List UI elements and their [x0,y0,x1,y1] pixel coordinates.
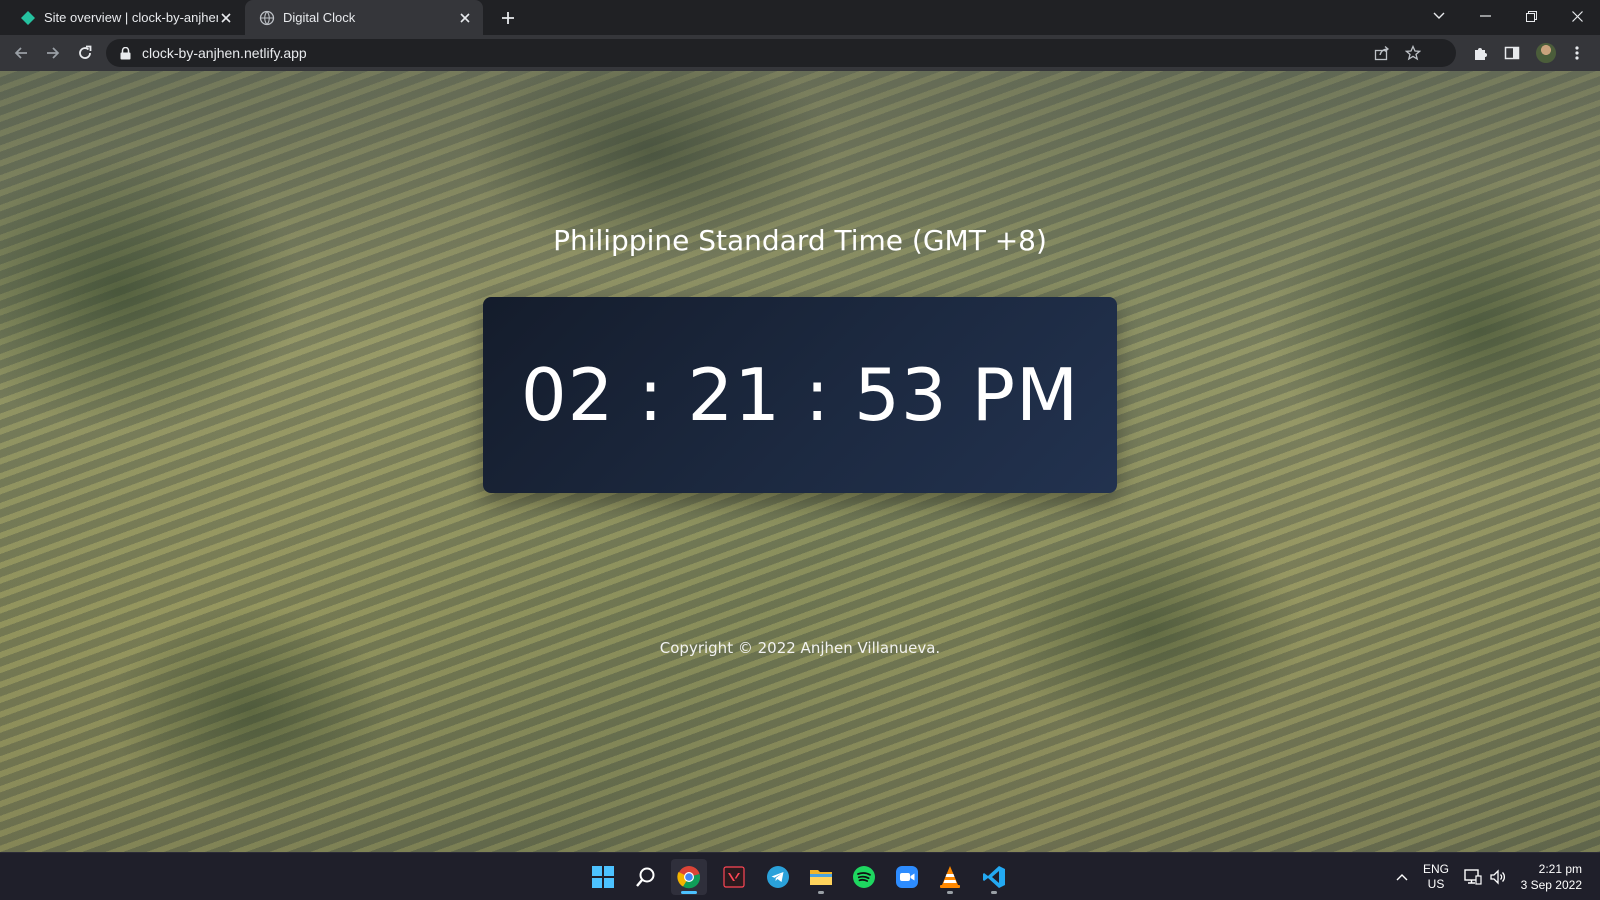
close-tab-icon[interactable] [218,10,234,26]
show-hidden-icons-button[interactable] [1392,853,1412,900]
tab-strip: Site overview | clock-by-anjhen Digital … [0,0,1600,35]
close-window-button[interactable] [1554,0,1600,32]
language-code: ENG [1422,862,1449,876]
share-icon[interactable] [1372,43,1392,63]
new-tab-button[interactable] [498,8,518,28]
tab-digital-clock[interactable]: Digital Clock [245,0,483,35]
puzzle-icon [1475,48,1487,60]
address-bar[interactable]: clock-by-anjhen.netlify.app [106,39,1456,67]
chevron-down-icon [1433,12,1445,19]
close-tab-icon[interactable] [457,10,473,26]
minimize-button[interactable] [1462,0,1508,32]
side-panel-icon [1504,46,1520,60]
volume-icon[interactable] [1486,853,1510,900]
menu-button[interactable] [1566,42,1588,64]
restore-button[interactable] [1508,0,1554,32]
network-icon[interactable] [1462,853,1484,900]
plus-icon [502,12,514,24]
extensions-button[interactable] [1470,42,1492,64]
copyright-text: Copyright © 2022 Anjhen Villanueva. [659,639,941,657]
clock-time-text: 2:21 pm [1538,862,1582,876]
close-icon [1571,10,1583,22]
search-icon[interactable] [628,859,664,895]
language-indicator[interactable]: ENG US [1420,853,1452,900]
reload-button[interactable] [74,42,96,64]
taskbar: ENG US 2:21 pm 3 Sep 2022 [0,852,1600,900]
chrome-icon[interactable] [671,859,707,895]
bookmark-star-icon[interactable] [1403,43,1423,63]
lock-icon[interactable] [120,46,132,60]
forward-button[interactable] [42,42,64,64]
minimize-icon [1479,15,1491,17]
reload-icon [79,45,92,59]
file-explorer-icon[interactable] [803,859,839,895]
clock-date-text: 3 Sep 2022 [1520,878,1582,892]
chevron-up-icon [1396,874,1408,881]
kebab-menu-icon [1575,46,1579,60]
vlc-icon[interactable] [932,859,968,895]
arrow-left-icon [14,47,27,59]
side-panel-button[interactable] [1501,42,1523,64]
valorant-icon[interactable] [716,859,752,895]
tab-site-overview[interactable]: Site overview | clock-by-anjhen [0,0,244,35]
restore-icon [1525,10,1537,22]
timezone-heading: Philippine Standard Time (GMT +8) [553,224,1047,257]
keyboard-region: US [1427,877,1445,891]
url-text: clock-by-anjhen.netlify.app [142,45,307,61]
clock-card: 02 : 21 : 53 PM [483,297,1117,493]
windows-start-icon[interactable] [585,859,621,895]
clock-time: 02 : 21 : 53 PM [520,353,1080,437]
back-button[interactable] [10,42,32,64]
tab-title: Site overview | clock-by-anjhen [44,10,218,25]
zoom-icon[interactable] [889,859,925,895]
spotify-icon[interactable] [846,859,882,895]
tab-title: Digital Clock [283,10,356,25]
system-clock[interactable]: 2:21 pm 3 Sep 2022 [1512,853,1582,900]
page-viewport: Philippine Standard Time (GMT +8) 02 : 2… [0,71,1600,852]
netlify-diamond-icon [20,10,36,26]
tab-search-button[interactable] [1416,0,1462,32]
telegram-icon[interactable] [760,859,796,895]
profile-avatar[interactable] [1536,43,1556,63]
vscode-icon[interactable] [976,859,1012,895]
globe-icon [259,10,275,26]
arrow-right-icon [47,47,60,59]
browser-toolbar: clock-by-anjhen.netlify.app [0,35,1600,71]
